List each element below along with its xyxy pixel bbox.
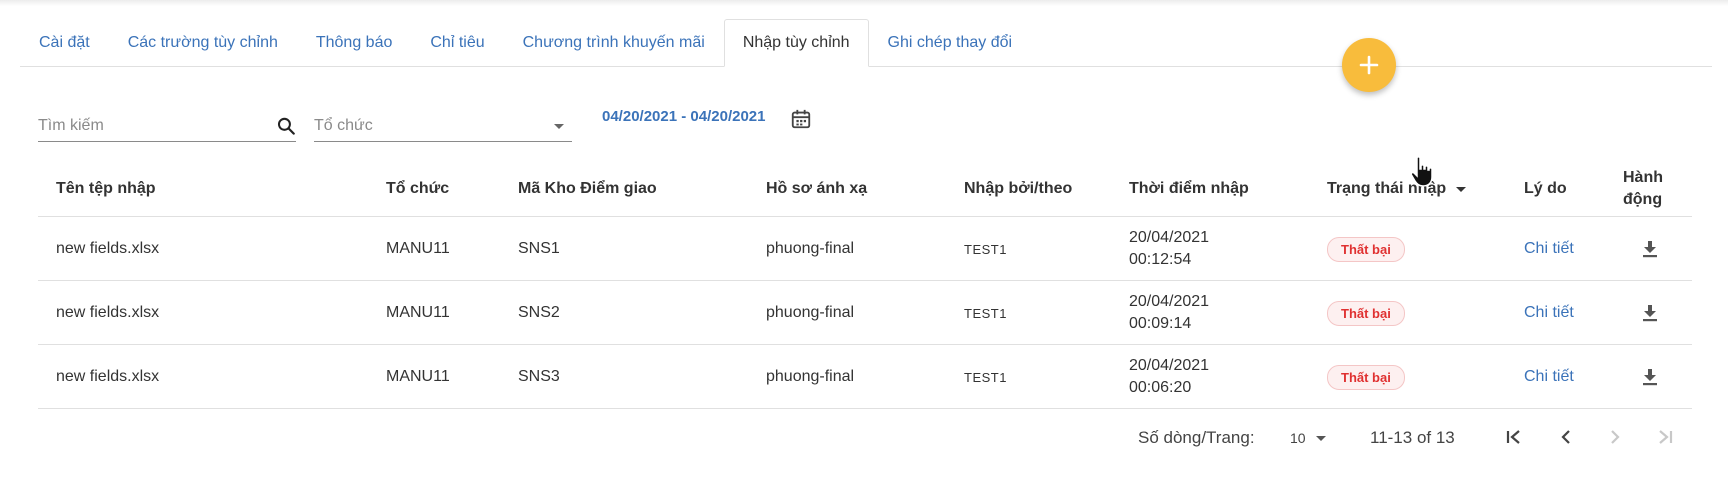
calendar-icon bbox=[791, 109, 811, 129]
calendar-button[interactable] bbox=[790, 108, 812, 135]
cell-mapping-profile: phuong-final bbox=[766, 304, 855, 321]
details-link[interactable]: Chi tiết bbox=[1524, 345, 1574, 409]
cell-import-time: 20/04/2021 00:06:20 bbox=[1129, 345, 1209, 409]
cell-store-code: SNS3 bbox=[518, 368, 560, 385]
organization-select[interactable]: Tổ chức bbox=[314, 110, 572, 142]
download-icon bbox=[1643, 369, 1657, 386]
search-icon[interactable] bbox=[276, 115, 296, 137]
search-input[interactable] bbox=[38, 116, 276, 135]
cell-mapping-profile: phuong-final bbox=[766, 368, 855, 385]
download-icon bbox=[1643, 305, 1657, 322]
tab-custom-fields[interactable]: Các trường tùy chỉnh bbox=[109, 19, 297, 66]
cell-status: Thất bại bbox=[1327, 217, 1405, 281]
col-action-line2: động bbox=[1623, 190, 1663, 208]
status-badge: Thất bại bbox=[1327, 364, 1405, 390]
status-badge: Thất bại bbox=[1327, 236, 1405, 262]
col-organization[interactable]: Tổ chức bbox=[386, 160, 449, 217]
tab-notifications[interactable]: Thông báo bbox=[297, 19, 412, 66]
table-row: new fields.xlsx MANU11 SNS3 phuong-final… bbox=[38, 345, 1692, 409]
last-page-icon bbox=[1659, 430, 1673, 444]
search-field bbox=[38, 110, 296, 142]
page-range: 11-13 of 13 bbox=[1370, 428, 1455, 447]
cell-import-date-value: 20/04/2021 bbox=[1129, 357, 1210, 374]
cell-import-time-value: 00:12:54 bbox=[1129, 251, 1192, 268]
col-import-status[interactable]: Trạng thái nhập bbox=[1327, 160, 1468, 217]
plus-icon bbox=[1359, 55, 1379, 75]
cell-organization: MANU11 bbox=[386, 304, 450, 321]
status-badge: Thất bại bbox=[1327, 300, 1405, 326]
col-reason[interactable]: Lý do bbox=[1524, 160, 1567, 217]
first-page-icon bbox=[1506, 430, 1520, 444]
details-link[interactable]: Chi tiết bbox=[1524, 217, 1574, 281]
cell-file-name: new fields.xlsx bbox=[56, 304, 160, 321]
cell-import-time-value: 00:06:20 bbox=[1129, 379, 1192, 396]
cell-imported-by: TEST1 bbox=[964, 369, 1007, 385]
cell-organization: MANU11 bbox=[386, 240, 450, 257]
cell-import-date-value: 20/04/2021 bbox=[1129, 229, 1210, 246]
cell-status: Thất bại bbox=[1327, 345, 1405, 409]
col-file-name[interactable]: Tên tệp nhập bbox=[56, 160, 156, 217]
cell-status: Thất bại bbox=[1327, 281, 1405, 345]
last-page-button[interactable] bbox=[1655, 426, 1675, 453]
download-button[interactable] bbox=[1641, 345, 1659, 409]
download-icon bbox=[1643, 241, 1657, 258]
cell-mapping-profile: phuong-final bbox=[766, 240, 855, 257]
col-import-time[interactable]: Thời điểm nhập bbox=[1129, 160, 1249, 217]
prev-page-button[interactable] bbox=[1556, 426, 1576, 453]
col-action: Hành động bbox=[1623, 160, 1663, 217]
prev-page-icon bbox=[1561, 430, 1570, 444]
tab-promotions[interactable]: Chương trình khuyến mãi bbox=[504, 19, 724, 66]
cell-imported-by: TEST1 bbox=[964, 305, 1007, 321]
import-table: Tên tệp nhập Tổ chức Mã Kho Điểm giao Hồ… bbox=[38, 160, 1692, 409]
cell-imported-by: TEST1 bbox=[964, 241, 1007, 257]
tab-bar: Cài đặt Các trường tùy chỉnh Thông báo C… bbox=[20, 19, 1712, 67]
dropdown-arrow-icon bbox=[1315, 436, 1326, 441]
tab-targets[interactable]: Chỉ tiêu bbox=[411, 19, 503, 66]
col-action-line1: Hành bbox=[1623, 168, 1663, 186]
cell-import-time: 20/04/2021 00:09:14 bbox=[1129, 281, 1209, 345]
add-button[interactable] bbox=[1342, 38, 1396, 92]
next-page-icon bbox=[1611, 430, 1620, 444]
col-store-code[interactable]: Mã Kho Điểm giao bbox=[518, 160, 657, 217]
tab-change-log[interactable]: Ghi chép thay đổi bbox=[869, 19, 1032, 66]
col-imported-by[interactable]: Nhập bởi/theo bbox=[964, 160, 1072, 217]
cell-import-time: 20/04/2021 00:12:54 bbox=[1129, 217, 1209, 281]
hand-cursor-icon bbox=[1410, 155, 1436, 194]
rows-per-page-value: 10 bbox=[1290, 430, 1306, 446]
dropdown-arrow-icon bbox=[554, 123, 564, 129]
top-shadow bbox=[0, 0, 1728, 6]
rows-per-page-select[interactable]: 10 bbox=[1290, 424, 1328, 452]
cell-store-code: SNS1 bbox=[518, 240, 560, 257]
download-button[interactable] bbox=[1641, 217, 1659, 281]
cell-organization: MANU11 bbox=[386, 368, 450, 385]
first-page-button[interactable] bbox=[1504, 426, 1524, 453]
details-link[interactable]: Chi tiết bbox=[1524, 281, 1574, 345]
download-button[interactable] bbox=[1641, 281, 1659, 345]
cell-file-name: new fields.xlsx bbox=[56, 240, 160, 257]
table-header: Tên tệp nhập Tổ chức Mã Kho Điểm giao Hồ… bbox=[38, 160, 1692, 217]
cell-import-time-value: 00:09:14 bbox=[1129, 315, 1192, 332]
next-page-button[interactable] bbox=[1605, 426, 1625, 453]
col-mapping-profile[interactable]: Hồ sơ ánh xạ bbox=[766, 160, 867, 217]
cell-file-name: new fields.xlsx bbox=[56, 368, 160, 385]
tab-settings[interactable]: Cài đặt bbox=[20, 19, 109, 66]
rows-per-page-label: Số dòng/Trang: bbox=[1138, 428, 1255, 447]
tab-custom-import[interactable]: Nhập tùy chỉnh bbox=[723, 19, 869, 67]
table-row: new fields.xlsx MANU11 SNS2 phuong-final… bbox=[38, 281, 1692, 345]
cell-import-date-value: 20/04/2021 bbox=[1129, 293, 1210, 310]
date-range-picker[interactable]: 04/20/2021 - 04/20/2021 bbox=[602, 108, 765, 125]
cell-store-code: SNS2 bbox=[518, 304, 560, 321]
sort-arrow-icon[interactable] bbox=[1454, 184, 1468, 194]
organization-placeholder: Tổ chức bbox=[314, 116, 373, 134]
table-row: new fields.xlsx MANU11 SNS1 phuong-final… bbox=[38, 217, 1692, 281]
